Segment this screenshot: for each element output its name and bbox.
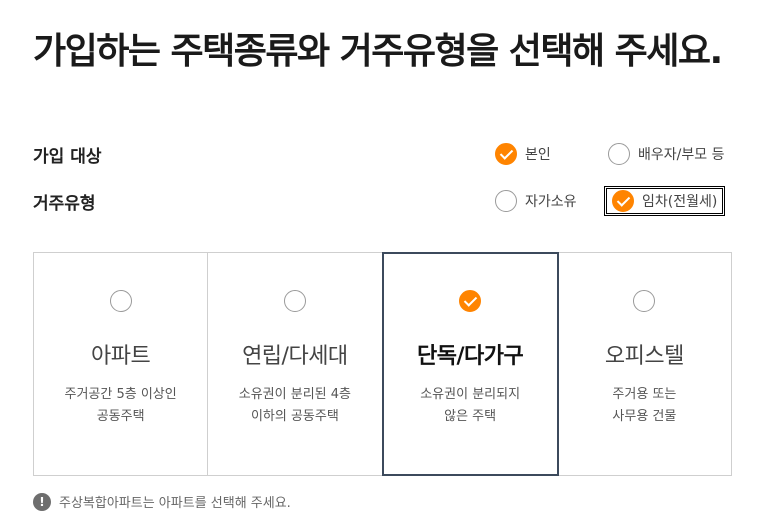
radio-icon [633,290,656,312]
housing-card-officetel[interactable]: 오피스텔 주거용 또는 사무용 건물 [558,253,731,475]
housing-card-detached[interactable]: 단독/다가구 소유권이 분리되지 않은 주택 [381,252,559,476]
residence-option-owned-label: 자가소유 [525,194,577,210]
housing-card-desc: 주거공간 5층 이상인 공동주택 [64,387,177,424]
enrollee-label: 가입 대상 [33,147,102,167]
housing-card-desc: 주거용 또는 사무용 건물 [612,387,677,424]
residence-option-owned[interactable]: 자가소유 [495,190,577,212]
residence-option-rent-label: 임차(전월세) [642,194,718,210]
info-icon: ! [33,492,51,511]
housing-card-apartment[interactable]: 아파트 주거공간 5층 이상인 공동주택 [34,253,209,475]
housing-card-title: 연립/다세대 [242,344,348,369]
checked-radio-icon [459,290,482,312]
housing-card-multiplex[interactable]: 연립/다세대 소유권이 분리된 4층 이하의 공동주택 [208,253,383,475]
radio-icon [283,290,306,312]
notice-text: 주상복합아파트는 아파트를 선택해 주세요. [59,496,291,511]
page: 가입하는 주택종류와 거주유형을 선택해 주세요. 가입 대상 본인 배우자/부… [0,0,757,525]
housing-card-desc: 소유권이 분리된 4층 이하의 공동주택 [238,387,351,424]
housing-card-title: 오피스텔 [604,344,684,369]
checked-radio-icon [495,143,517,165]
radio-icon [109,290,132,312]
residence-label: 거주유형 [33,194,96,214]
notice: ! 주상복합아파트는 아파트를 선택해 주세요. [33,492,291,511]
enrollee-option-self-label: 본인 [525,147,551,163]
housing-card-title: 단독/다가구 [417,344,524,369]
radio-icon [608,143,630,165]
enrollee-option-family-label: 배우자/부모 등 [638,147,725,163]
page-title: 가입하는 주택종류와 거주유형을 선택해 주세요. [33,31,723,72]
checked-radio-icon [612,190,634,212]
enrollee-option-self[interactable]: 본인 [495,143,551,165]
housing-card-desc: 소유권이 분리되지 않은 주택 [420,387,521,424]
enrollee-option-family[interactable]: 배우자/부모 등 [608,143,724,165]
housing-type-cards: 아파트 주거공간 5층 이상인 공동주택 연립/다세대 소유권이 분리된 4층 … [33,252,732,476]
radio-icon [495,190,517,212]
housing-card-title: 아파트 [91,344,151,369]
residence-option-rent[interactable]: 임차(전월세) [603,186,726,216]
